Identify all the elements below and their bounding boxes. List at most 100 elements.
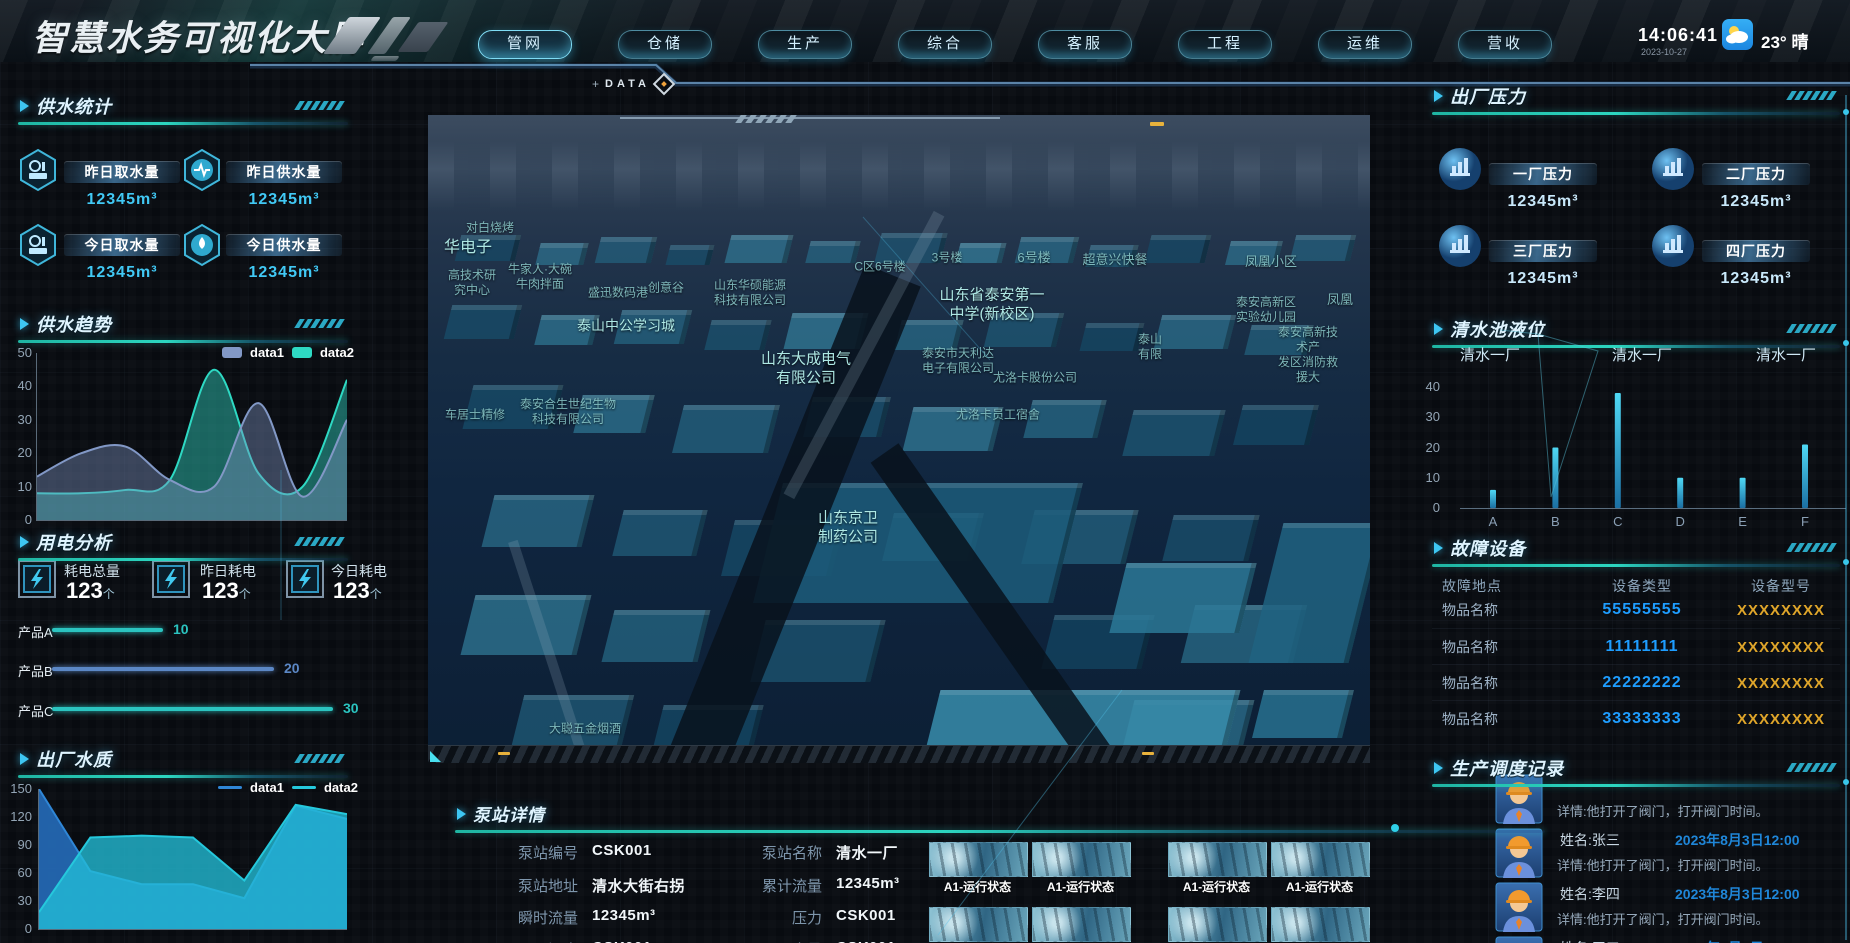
chevron-dashes (297, 537, 342, 546)
nav-tab-4[interactable]: 综合 (898, 30, 992, 59)
data-badge: + DATA (592, 76, 672, 92)
section-title: 出厂水质 (36, 746, 112, 772)
bolt-icon (152, 560, 190, 603)
progress-label: 产品A (18, 622, 53, 641)
chart-legend: data1 data2 (222, 345, 354, 360)
stat-value: 12345m³ (1702, 193, 1810, 211)
section-header-pool: 清水池液位 (1432, 315, 1840, 345)
table-cell: XXXXXXXX (1722, 711, 1840, 728)
x-axis-label: A (1483, 514, 1503, 529)
section-header-pump: 泵站详情 (455, 800, 1545, 830)
map-label: 车居士精修 (445, 408, 505, 423)
nav-tab-6[interactable]: 工程 (1178, 30, 1272, 59)
stat-label: 今日供水量 (226, 234, 342, 256)
map-building (666, 245, 715, 265)
weather-text: 23° 晴 (1761, 28, 1808, 53)
nav-tab-8[interactable]: 营收 (1458, 30, 1552, 59)
pool-tab[interactable]: 清水一厂 (1736, 344, 1836, 365)
plant-icon (1437, 223, 1483, 274)
corner-bracket-icon (430, 751, 441, 762)
map-building (725, 235, 794, 263)
map-building (1080, 323, 1145, 351)
page-title: 智慧水务可视化大屏 (32, 10, 365, 61)
section-title: 出厂压力 (1450, 83, 1526, 109)
map-label: 尤洛卡员工宿舍 (956, 408, 1040, 423)
record-date: 2023年8月3日12:00 (1675, 884, 1800, 904)
map-building (1162, 515, 1259, 561)
pool-tab[interactable]: 清水一厂 (1592, 344, 1692, 365)
stat-value: 12345m³ (226, 264, 342, 282)
nav-tab-7[interactable]: 运维 (1318, 30, 1412, 59)
supply-trend-chart (36, 353, 347, 521)
map-label: 高技术研 究中心 (448, 268, 496, 298)
progress-value: 10 (173, 621, 189, 637)
worker-avatar (1495, 828, 1543, 883)
y-axis-tick: 0 (1433, 500, 1440, 515)
stat-value: 12345m³ (1489, 193, 1597, 211)
map-building (482, 495, 595, 547)
chevron-dashes (1789, 324, 1834, 333)
section-header-power: 用电分析 (18, 528, 348, 558)
nav-tab-5[interactable]: 客服 (1038, 30, 1132, 59)
table-cell: XXXXXXXX (1722, 675, 1840, 692)
legend-label: data1 (250, 345, 284, 360)
record-date: 2023年8月3日12:00 (1675, 830, 1800, 850)
legend-swatch (222, 347, 242, 358)
wave-icon (182, 148, 222, 197)
y-axis-tick: 10 (18, 479, 32, 494)
map-building (612, 510, 707, 556)
stat-label: 昨日取水量 (64, 161, 180, 183)
map-label: 对白烧烤 (466, 221, 514, 236)
city-map-3d[interactable]: 对白烧烤华电子高技术研 究中心牛家人·大碗 牛肉拌面盛迅数码港创意谷山东华硕能源… (428, 115, 1370, 763)
chart-legend: data1 data2 (218, 780, 358, 795)
map-label: 泰安高新区 实验幼儿园 (1236, 295, 1296, 325)
section-title: 泵站详情 (473, 801, 545, 826)
power-value: 123个 (66, 578, 115, 604)
title-slash-decoration (370, 56, 400, 61)
play-arrow-icon (20, 753, 29, 765)
map-label: 3号楼 (932, 251, 963, 266)
nav-tab-3[interactable]: 生产 (758, 30, 852, 59)
map-skyline (428, 141, 1370, 211)
dashboard: 智慧水务可视化大屏 管网 仓储 生产 综合 客服 工程 运维 营收 14:06:41 2023… (0, 0, 1850, 943)
map-label: 大聪五金烟酒 (549, 722, 621, 737)
table-cell: XXXXXXXX (1722, 639, 1840, 656)
pool-tab[interactable]: 清水一厂 (1440, 344, 1540, 365)
play-arrow-icon (1434, 90, 1443, 102)
stat-label: 四厂压力 (1702, 240, 1810, 262)
section-title: 生产调度记录 (1450, 755, 1564, 781)
table-cell: 物品名称 (1432, 673, 1562, 693)
play-arrow-icon (1434, 762, 1443, 774)
legend-label: data2 (324, 780, 358, 795)
map-label: 凤凰 (1327, 292, 1353, 308)
x-axis-label: F (1795, 514, 1815, 529)
stat-label: 一厂压力 (1489, 163, 1597, 185)
record-detail: 详情:他打开了阀门，打开阀门时间。 (1557, 909, 1769, 928)
map-building (444, 305, 522, 339)
table-row: 物品名称11111111XXXXXXXX (1432, 628, 1840, 665)
record-name: 姓名:张三 (1560, 830, 1620, 850)
y-axis-tick: 0 (25, 512, 32, 527)
map-label: 尤洛卡股份公司 (993, 371, 1077, 386)
play-arrow-icon (20, 100, 29, 112)
y-axis-tick: 30 (1426, 409, 1440, 424)
pump-icon (18, 223, 58, 272)
map-label: 泰安高新技术产 发区消防救援大 (1277, 325, 1339, 385)
progress-label: 产品C (18, 701, 53, 720)
play-arrow-icon (1434, 323, 1443, 335)
map-label: 泰山中公学习城 (577, 317, 675, 335)
nav-tab-2[interactable]: 仓储 (618, 30, 712, 59)
progress-label: 产品B (18, 661, 53, 680)
clock: 14:06:41 (1638, 25, 1718, 46)
map-building (704, 320, 771, 350)
chevron-dashes (297, 101, 342, 110)
section-header-trend: 供水趋势 (18, 310, 348, 340)
x-axis-labels: ABCDEF (1460, 514, 1846, 530)
section-header-quality: 出厂水质 (18, 745, 348, 775)
map-label: 凤凰小区 (1245, 254, 1297, 270)
nav-tab-1[interactable]: 管网 (478, 30, 572, 59)
x-axis-label: D (1670, 514, 1690, 529)
table-row: 物品名称22222222XXXXXXXX (1432, 664, 1840, 701)
map-label: C区6号楼 (854, 260, 905, 275)
play-arrow-icon (1434, 542, 1443, 554)
